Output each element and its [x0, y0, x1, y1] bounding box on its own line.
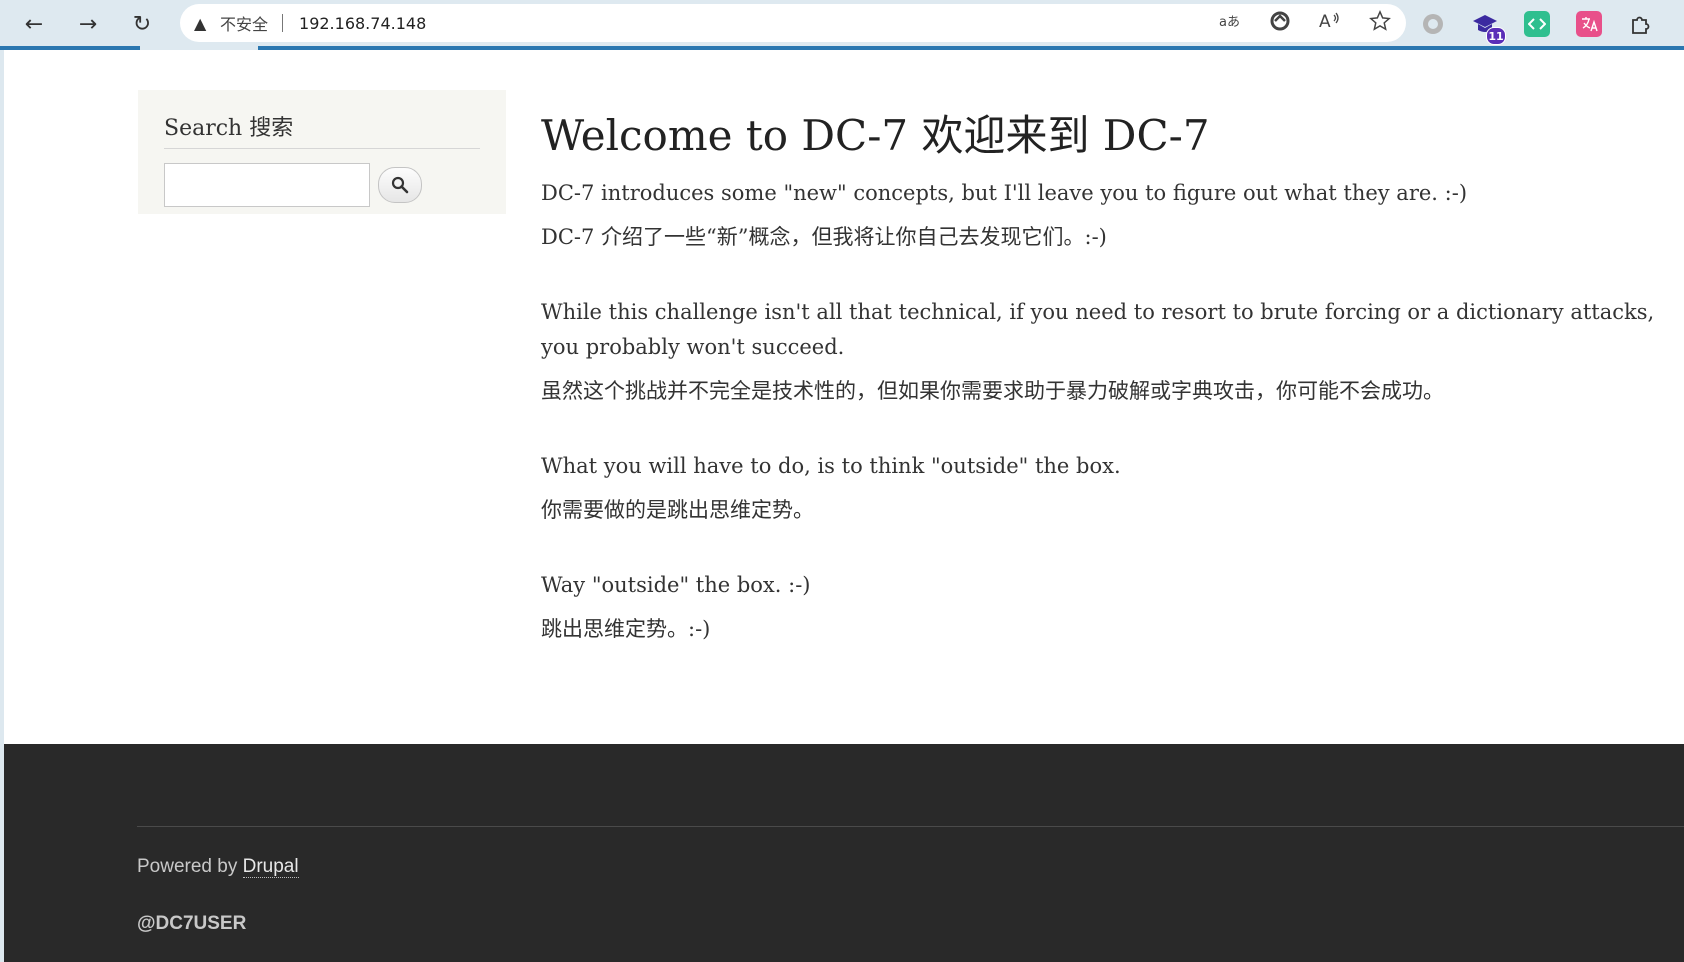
forward-button[interactable]: → — [70, 6, 106, 42]
back-button[interactable]: ← — [16, 6, 52, 42]
search-block-title: Search 搜索 — [164, 110, 480, 149]
paragraph-zh: 虽然这个挑战并不完全是技术性的，但如果你需要求助于暴力破解或字典攻击，你可能不会… — [541, 379, 1444, 403]
circle-extension-icon[interactable] — [1420, 11, 1446, 37]
extension-badge: 11 — [1486, 27, 1506, 45]
translate-extension-icon[interactable] — [1576, 11, 1602, 37]
svg-text:A: A — [1319, 12, 1331, 31]
read-aloud-icon[interactable]: A — [1318, 11, 1342, 36]
site-footer: Powered by Drupal @DC7USER — [4, 744, 1684, 962]
paragraph-en: Way "outside" the box. :-) — [541, 573, 811, 597]
paragraph-en: While this challenge isn't all that tech… — [541, 300, 1655, 359]
puzzle-extensions-icon[interactable] — [1628, 11, 1654, 37]
paragraph-en: DC-7 introduces some "new" concepts, but… — [541, 181, 1468, 205]
footer-divider — [137, 826, 1684, 827]
browser-essentials-icon[interactable] — [1268, 10, 1292, 37]
translate-icon[interactable]: aあ — [1218, 12, 1242, 35]
extensions-bar: 11 — [1420, 6, 1654, 45]
favorite-star-icon[interactable] — [1368, 9, 1392, 37]
browser-toolbar: ← → ↻ ▲ 不安全 192.168.74.148 aあ A 11 — [0, 0, 1684, 48]
search-button[interactable] — [378, 167, 422, 203]
reload-button[interactable]: ↻ — [124, 6, 160, 42]
address-bar-actions: aあ A — [1218, 4, 1392, 42]
drupal-link[interactable]: Drupal — [242, 856, 299, 878]
svg-text:aあ: aあ — [1219, 15, 1240, 30]
footer-username: @DC7USER — [137, 913, 247, 934]
powered-by: Powered by Drupal — [137, 856, 299, 878]
security-status-label[interactable]: 不安全 — [220, 11, 268, 35]
search-form — [164, 163, 480, 207]
magnifier-icon — [391, 176, 409, 194]
web-page: Search 搜索 Welcome to DC-7 欢迎来到 DC-7 DC-7… — [4, 50, 1684, 962]
paragraph-en: What you will have to do, is to think "o… — [541, 454, 1121, 478]
code-extension-icon[interactable] — [1524, 11, 1550, 37]
warning-icon[interactable]: ▲ — [194, 14, 216, 33]
address-bar[interactable]: ▲ 不安全 192.168.74.148 aあ A — [180, 4, 1406, 42]
address-separator — [282, 14, 284, 32]
back-arrow-icon: ← — [24, 11, 44, 37]
main-content: Welcome to DC-7 欢迎来到 DC-7 DC-7 introduce… — [541, 108, 1671, 647]
powered-by-prefix: Powered by — [137, 856, 243, 877]
search-input[interactable] — [164, 163, 370, 207]
paragraph-zh: 你需要做的是跳出思维定势。 — [541, 498, 814, 522]
paragraph-zh: DC-7 介绍了一些“新”概念，但我将让你自己去发现它们。:-) — [541, 225, 1107, 249]
search-block: Search 搜索 — [138, 90, 506, 214]
page-title: Welcome to DC-7 欢迎来到 DC-7 — [541, 111, 1210, 160]
reload-icon: ↻ — [132, 11, 152, 37]
forward-arrow-icon: → — [78, 11, 98, 37]
paragraph-zh: 跳出思维定势。:-) — [541, 617, 711, 641]
url-text[interactable]: 192.168.74.148 — [299, 14, 426, 33]
graduation-cap-extension-icon[interactable]: 11 — [1472, 11, 1506, 45]
